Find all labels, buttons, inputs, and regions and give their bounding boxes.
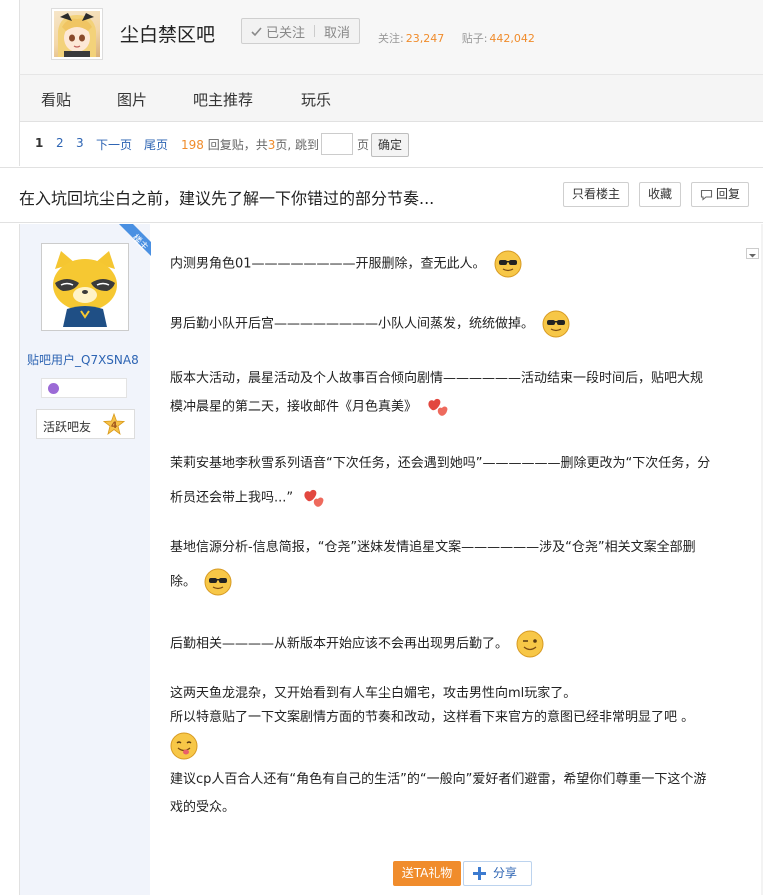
paragraph-text: 析员还会带上我吗...” bbox=[170, 490, 294, 506]
paragraph: 建议cp人百合人还有“角色有自己的生活”的“一般向”爱好者们避雷，希望你们尊重一… bbox=[170, 766, 740, 822]
raccoon-avatar-icon bbox=[45, 247, 125, 327]
paragraph-text: 内测男角色01————————开服删除，查无此人。 bbox=[170, 256, 486, 272]
paragraph-text: 版本大活动，晨星活动及个人故事百合倾向剧情——————活动结束一段时间后，贴吧大… bbox=[170, 371, 704, 386]
send-gift-button[interactable]: 送TA礼物 bbox=[393, 861, 461, 886]
tab-games[interactable]: 玩乐 bbox=[301, 89, 331, 110]
forum-stats: 关注: 23,247 贴子: 442,042 bbox=[378, 30, 535, 46]
thread-title-bar: 在入坑回坑尘白之前，建议先了解一下你错过的部分节奏... 只看楼主 收藏 回复 bbox=[0, 167, 763, 223]
star-badge-icon: 4 bbox=[103, 413, 125, 435]
only-op-button[interactable]: 只看楼主 bbox=[563, 182, 630, 207]
reply-label: 回复贴，共 bbox=[207, 138, 268, 152]
paragraph-text: 后勤相关————从新版本开始应该不会再出现男后勤了。 bbox=[170, 636, 509, 652]
last-page-link[interactable]: 尾页 bbox=[144, 136, 168, 153]
separator bbox=[314, 25, 316, 37]
share-button[interactable]: 分享 bbox=[463, 861, 532, 886]
pages-suffix: 页, bbox=[275, 138, 292, 152]
tab-recommended[interactable]: 吧主推荐 bbox=[193, 89, 253, 110]
posts-label: 贴子: bbox=[461, 32, 488, 45]
page-current: 1 bbox=[35, 136, 44, 150]
forum-nav: 看贴 图片 吧主推荐 玩乐 bbox=[19, 75, 763, 122]
hearts-emoji-icon bbox=[304, 489, 324, 507]
tab-posts[interactable]: 看贴 bbox=[41, 89, 71, 110]
paragraph-text: 除。 bbox=[170, 574, 197, 590]
posts-count: 442,042 bbox=[489, 32, 535, 45]
gem-icon bbox=[48, 383, 59, 394]
paragraph: 基地信源分析-信息简报，“仓尧”迷妹发情追星文案——————涉及“仓尧”相关文案… bbox=[170, 534, 740, 597]
paragraph-text: 戏的受众。 bbox=[170, 800, 236, 815]
badge-box bbox=[41, 378, 127, 398]
user-avatar[interactable] bbox=[41, 243, 129, 331]
tab-images[interactable]: 图片 bbox=[117, 89, 147, 110]
author-username[interactable]: 贴吧用户_Q7XSNA8 bbox=[27, 351, 139, 368]
wink-emoji-icon bbox=[516, 630, 544, 658]
followers-count: 23,247 bbox=[405, 32, 445, 45]
share-label: 分享 bbox=[493, 866, 518, 880]
paragraph-text: 所以特意贴了一下文案剧情方面的节奏和改动，这样看下来官方的意图已经非常明显了吧 … bbox=[170, 710, 695, 725]
comment-icon bbox=[700, 189, 713, 201]
paragraph: 版本大活动，晨星活动及个人故事百合倾向剧情——————活动结束一段时间后，贴吧大… bbox=[170, 365, 740, 422]
page-link-3[interactable]: 3 bbox=[76, 136, 84, 150]
paragraph: 男后勤小队开后宫————————小队人间蒸发，统统做掉。 bbox=[170, 310, 740, 339]
forum-avatar[interactable] bbox=[51, 8, 103, 60]
forum-header: 尘白禁区吧 已关注 取消 关注: 23,247 贴子: 442,042 bbox=[19, 0, 763, 75]
check-icon bbox=[251, 26, 262, 36]
follow-button[interactable]: 已关注 取消 bbox=[241, 18, 361, 44]
reply-count: 198 bbox=[181, 138, 204, 152]
thread-title: 在入坑回坑尘白之前，建议先了解一下你错过的部分节奏... bbox=[19, 189, 435, 208]
jump-label: 跳到 bbox=[295, 138, 320, 152]
tongue-emoji-icon bbox=[170, 732, 198, 760]
page-jump-input[interactable] bbox=[321, 133, 353, 155]
paragraph: 所以特意贴了一下文案剧情方面的节奏和改动，这样看下来官方的意图已经非常明显了吧 … bbox=[170, 704, 740, 761]
paragraph-text: 茉莉安基地李秋雪系列语音“下次任务，还会遇到她吗”——————删除更改为“下次任… bbox=[170, 456, 711, 471]
pagination: 1 2 3 下一页 尾页 198 回复贴，共3页, 跳到 页 确定 bbox=[19, 122, 763, 166]
cancel-follow-button[interactable]: 取消 bbox=[324, 22, 350, 41]
collect-button[interactable]: 收藏 bbox=[639, 182, 682, 207]
post-menu-dropdown[interactable] bbox=[746, 248, 759, 259]
level-box[interactable]: 活跃吧友 4 bbox=[36, 409, 135, 439]
reply-button[interactable]: 回复 bbox=[691, 182, 750, 207]
cool-emoji-icon bbox=[204, 568, 232, 596]
page-unit-label: 页 bbox=[357, 138, 370, 152]
forum-avatar-icon bbox=[54, 11, 100, 57]
paragraph: 茉莉安基地李秋雪系列语音“下次任务，还会遇到她吗”——————删除更改为“下次任… bbox=[170, 450, 740, 513]
dropdown-icon bbox=[749, 254, 756, 258]
page-link-2[interactable]: 2 bbox=[56, 136, 64, 150]
follow-label: 已关注 bbox=[266, 25, 306, 41]
paragraph-text: 男后勤小队开后宫————————小队人间蒸发，统统做掉。 bbox=[170, 316, 535, 332]
reply-label: 回复 bbox=[716, 187, 741, 201]
paragraph-text: 基地信源分析-信息简报，“仓尧”迷妹发情追星文案——————涉及“仓尧”相关文案… bbox=[170, 540, 696, 555]
paragraph-text: 这两天鱼龙混杂，又开始看到有人车尘白媚宅，攻击男性向ml玩家了。 bbox=[170, 686, 577, 701]
hearts-emoji-icon bbox=[428, 398, 448, 416]
forum-name[interactable]: 尘白禁区吧 bbox=[120, 20, 215, 47]
paragraph-text: 模冲晨星的第二天，接收邮件《月色真美》 bbox=[170, 399, 418, 415]
paragraph: 后勤相关————从新版本开始应该不会再出现男后勤了。 bbox=[170, 630, 740, 659]
paragraph: 内测男角色01————————开服删除，查无此人。 bbox=[170, 250, 740, 279]
cool-emoji-icon bbox=[494, 250, 522, 278]
confirm-jump-button[interactable]: 确定 bbox=[371, 133, 410, 157]
level-number: 4 bbox=[111, 421, 117, 431]
plus-icon bbox=[473, 867, 486, 880]
reply-summary: 198 回复贴，共3页, 跳到 bbox=[181, 136, 319, 153]
next-page-link[interactable]: 下一页 bbox=[96, 136, 132, 153]
followers-label: 关注: bbox=[378, 32, 404, 45]
cool-emoji-icon bbox=[542, 310, 570, 338]
paragraph-text: 建议cp人百合人还有“角色有自己的生活”的“一般向”爱好者们避雷，希望你们尊重一… bbox=[170, 772, 707, 787]
level-title: 活跃吧友 bbox=[43, 420, 92, 434]
